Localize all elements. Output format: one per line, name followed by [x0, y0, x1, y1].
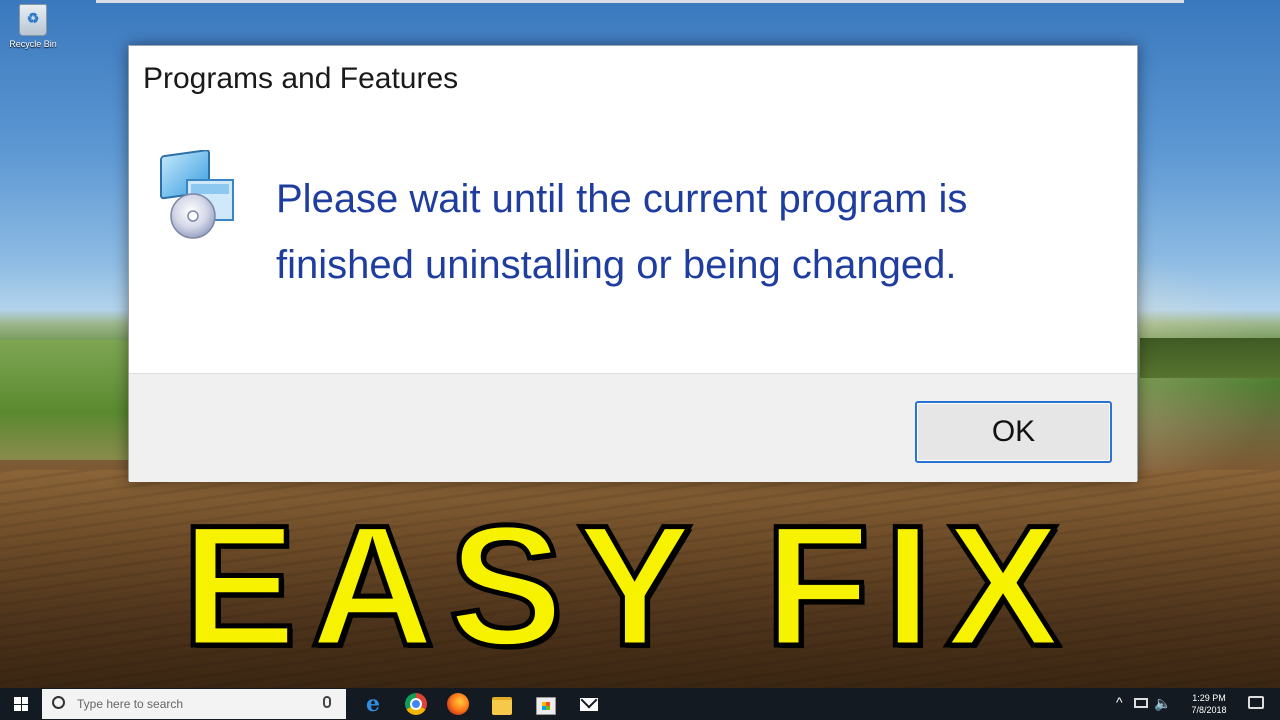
windows-logo-icon [14, 697, 28, 711]
search-placeholder: Type here to search [77, 697, 184, 711]
dialog-message: Please wait until the current program is… [276, 166, 1106, 298]
taskbar-clock[interactable]: 1:29 PM 7/8/2018 [1180, 692, 1238, 716]
dialog-title: Programs and Features [143, 62, 459, 95]
dialog-footer: OK [129, 373, 1137, 482]
cortana-icon [52, 696, 65, 709]
ok-button[interactable]: OK [915, 401, 1112, 463]
start-button[interactable] [0, 688, 42, 720]
chevron-up-icon[interactable]: ^ [1116, 694, 1123, 710]
action-center-icon[interactable] [1248, 696, 1264, 709]
microphone-icon[interactable] [323, 696, 331, 708]
dialog-message-line: finished uninstalling or being changed. [276, 243, 957, 287]
background-window-edge [96, 0, 1184, 3]
recycle-bin-icon: ♻ [19, 4, 47, 36]
firefox-icon[interactable] [447, 693, 469, 715]
dialog-message-line: Please wait until the current program is [276, 177, 968, 221]
easy-fix-overlay-text: EASY FIX [179, 490, 1075, 682]
programs-features-icon [160, 150, 234, 239]
taskbar: Type here to search e ^ 🔈 1:29 PM 7/8/20… [0, 688, 1280, 720]
clock-date: 7/8/2018 [1191, 705, 1227, 715]
clock-time: 1:29 PM [1192, 693, 1226, 703]
recycle-bin-shortcut[interactable]: ♻ Recycle Bin [4, 4, 62, 49]
volume-icon[interactable]: 🔈 [1154, 695, 1171, 712]
store-icon[interactable] [536, 697, 556, 715]
taskbar-search-box[interactable]: Type here to search [42, 689, 346, 719]
recycle-bin-label: Recycle Bin [9, 39, 57, 49]
programs-features-dialog: Programs and Features Please wait until … [128, 45, 1138, 482]
file-explorer-icon[interactable] [492, 697, 512, 715]
mail-icon[interactable] [580, 698, 598, 711]
network-icon[interactable] [1134, 698, 1148, 708]
chrome-icon[interactable] [405, 693, 427, 715]
edge-icon[interactable]: e [362, 691, 384, 717]
